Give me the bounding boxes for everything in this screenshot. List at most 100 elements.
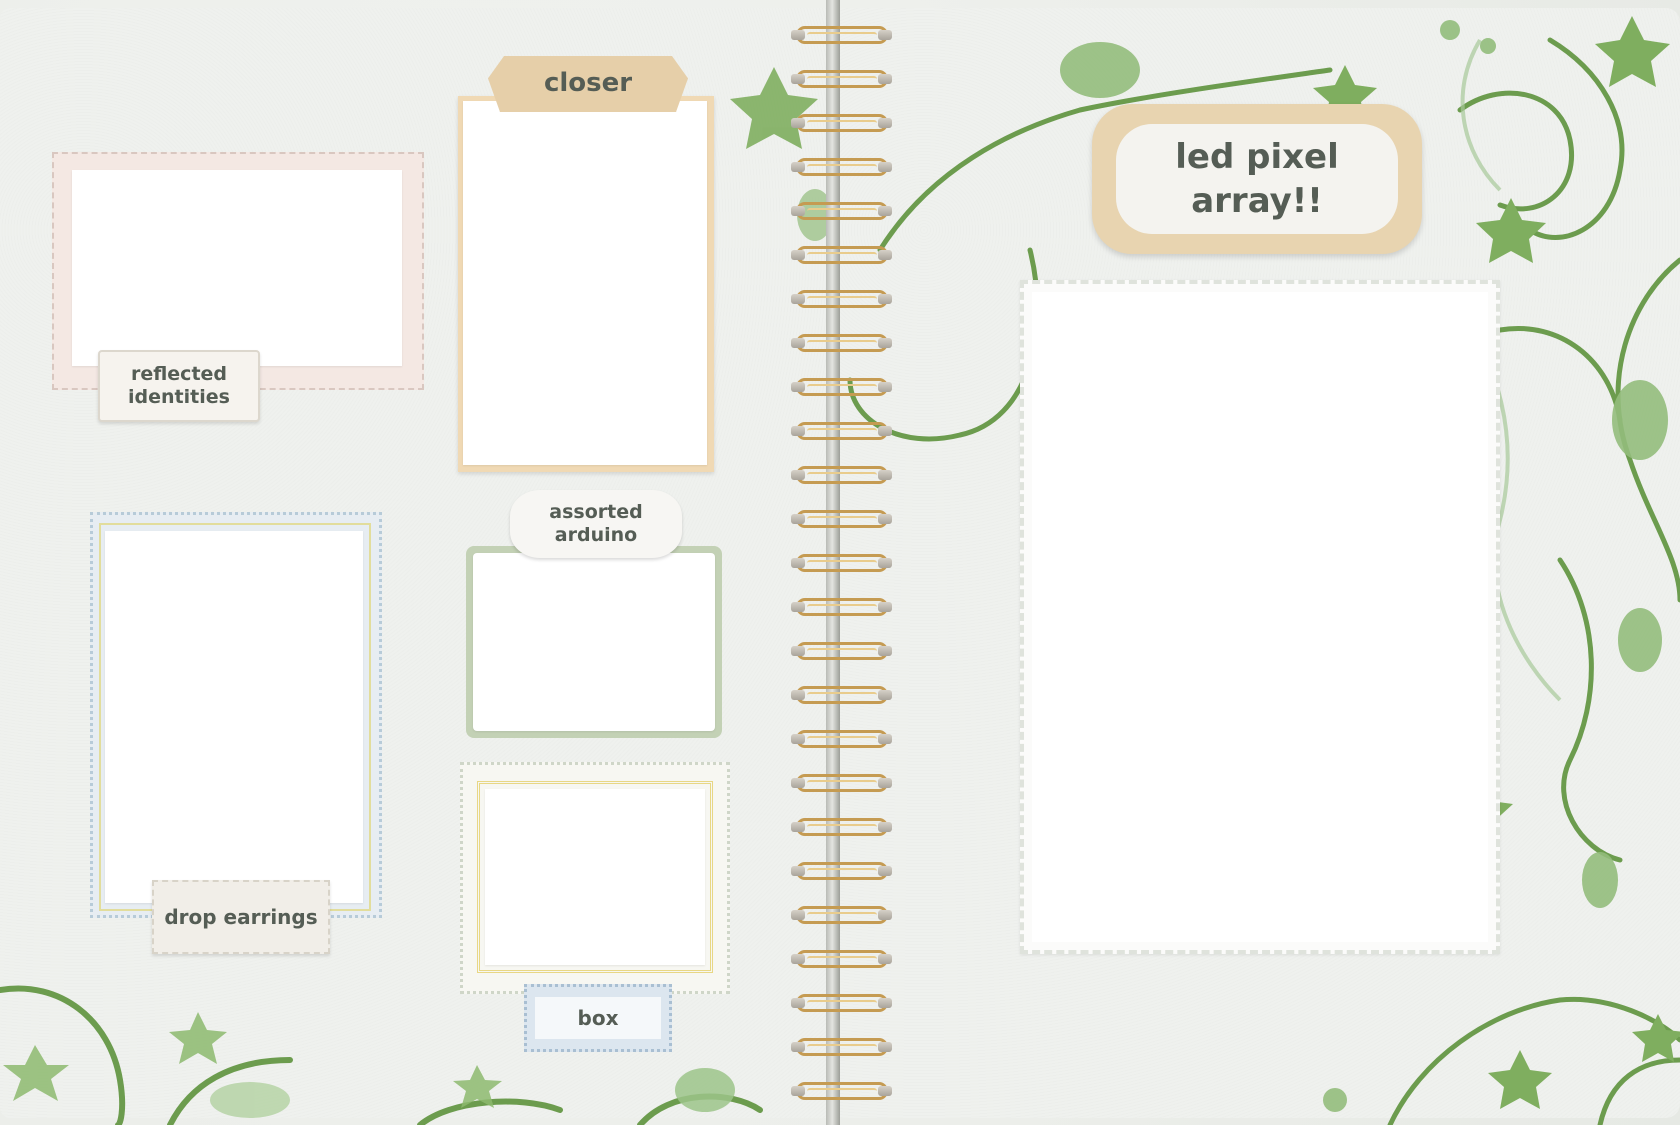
label-tag-closer: closer [488,56,688,112]
scrapbook-spread: reflected identities closer drop earring… [0,0,1680,1125]
ring-hole [791,74,805,84]
spiral-ring-icon [796,642,888,660]
spiral-ring-icon [796,466,888,484]
ring-hole [791,822,805,832]
ring-hole [878,382,892,392]
ring-hole [791,470,805,480]
ring-hole [791,778,805,788]
ring-hole [878,1086,892,1096]
spiral-ring-icon [796,378,888,396]
ring-hole [878,250,892,260]
frame-led-pixel-array [1020,280,1500,954]
spiral-ring-icon [796,158,888,176]
star-leaf-icon [169,1012,227,1064]
ring-hole [878,426,892,436]
spiral-ring-icon [796,246,888,264]
ring-hole [791,646,805,656]
frame-label: closer [543,68,633,99]
photo-slot[interactable] [1032,292,1488,942]
ring-hole [878,734,892,744]
ring-hole [791,1042,805,1052]
frame-box [460,762,730,994]
spiral-ring-icon [796,334,888,352]
ring-hole [791,602,805,612]
spiral-ring-icon [796,950,888,968]
spiral-ring-icon [796,510,888,528]
ring-hole [878,822,892,832]
ring-hole [791,206,805,216]
photo-slot[interactable] [473,553,715,731]
spiral-ring-icon [796,686,888,704]
frame-label: box [577,1006,619,1030]
frame-label: reflected identities [128,363,230,408]
ring-hole [878,118,892,128]
label-tag-drop-earrings: drop earrings [152,880,330,954]
photo-slot[interactable] [105,531,363,903]
ring-hole [791,250,805,260]
photo-slot[interactable] [463,101,707,465]
spiral-ring-icon [796,554,888,572]
ring-hole [791,998,805,1008]
ring-hole [791,294,805,304]
frame-label: drop earrings [164,905,318,929]
page-title: led pixel array!! [1175,136,1339,221]
ring-hole [791,30,805,40]
ring-hole [878,162,892,172]
spiral-ring-icon [796,114,888,132]
spiral-ring-icon [796,1038,888,1056]
ring-hole [878,646,892,656]
ring-hole [878,206,892,216]
ring-hole [791,690,805,700]
title-plaque: led pixel array!! [1092,104,1422,254]
label-tag-reflected-identities: reflected identities [98,350,260,422]
spiral-ring-icon [796,774,888,792]
ring-hole [791,1086,805,1096]
frame-assorted-arduino [466,546,722,738]
frame-label: assorted arduino [549,501,643,546]
spiral-ring-icon [796,994,888,1012]
ring-hole [878,294,892,304]
photo-slot[interactable] [485,789,705,965]
ring-hole [791,866,805,876]
ring-hole [791,338,805,348]
ring-hole [878,954,892,964]
ring-hole [878,338,892,348]
ring-hole [791,734,805,744]
ring-hole [878,470,892,480]
ring-hole [878,74,892,84]
spiral-ring-icon [796,862,888,880]
spiral-ring-icon [796,818,888,836]
ring-hole [791,426,805,436]
ring-hole [791,954,805,964]
spiral-ring-icon [796,290,888,308]
ring-hole [878,1042,892,1052]
label-tag-assorted-arduino: assorted arduino [510,490,682,558]
ring-hole [878,998,892,1008]
photo-slot[interactable] [72,170,402,366]
frame-drop-earrings [90,512,382,918]
ring-hole [878,866,892,876]
spiral-ring-icon [796,422,888,440]
ring-hole [791,118,805,128]
ring-hole [878,910,892,920]
ring-hole [878,778,892,788]
spiral-ring-icon [796,906,888,924]
spiral-ring-icon [796,598,888,616]
label-tag-box: box [524,984,672,1052]
spiral-ring-icon [796,202,888,220]
ring-hole [878,602,892,612]
ring-hole [791,382,805,392]
ring-hole [791,162,805,172]
spiral-ring-icon [796,26,888,44]
ring-hole [878,30,892,40]
spiral-ring-icon [796,730,888,748]
ring-hole [791,558,805,568]
spiral-ring-icon [796,70,888,88]
ring-hole [791,514,805,524]
ring-hole [878,514,892,524]
ring-hole [791,910,805,920]
ring-hole [878,558,892,568]
ring-hole [878,690,892,700]
frame-closer [458,96,714,472]
star-leaf-icon [3,1045,69,1101]
